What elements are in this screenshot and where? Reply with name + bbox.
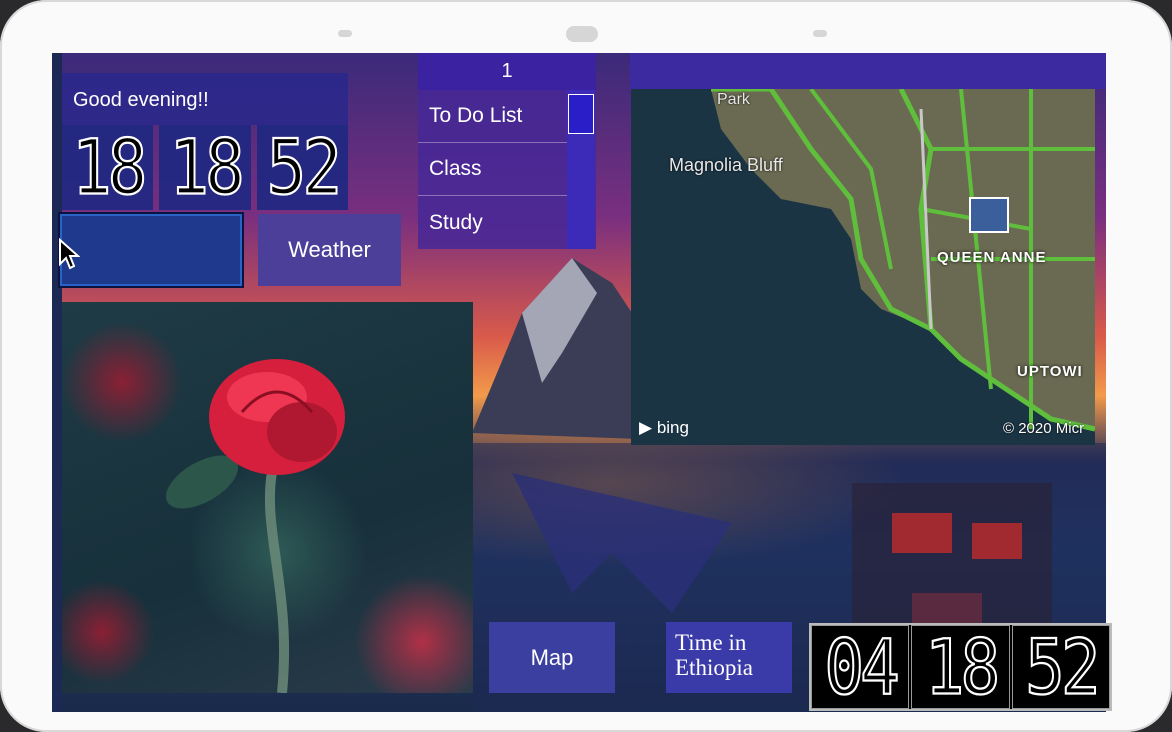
todo-item-class[interactable]: Class — [418, 143, 567, 196]
map-button[interactable]: Map — [489, 622, 615, 693]
bing-logo: ▶ bing — [639, 418, 689, 438]
todo-header: 1 — [418, 53, 596, 90]
weather-button[interactable]: Weather — [258, 214, 401, 286]
screen: Good evening!! 18 18 52 Weather 1 To Do … — [52, 53, 1106, 712]
map-header-bar — [630, 53, 1106, 89]
bing-label: bing — [656, 418, 689, 437]
map-pin-icon[interactable] — [969, 197, 1009, 233]
map-copyright: © 2020 Micr — [1003, 420, 1085, 437]
ethiopia-label-line2: Ethiopia — [675, 655, 753, 680]
map-view[interactable]: Park Magnolia Bluff QUEEN ANNE UPTOWI ▶ … — [631, 89, 1095, 445]
greeting-label: Good evening!! — [62, 73, 348, 125]
local-minutes: 18 — [159, 122, 251, 213]
bing-icon: ▶ — [639, 418, 653, 437]
ethiopia-seconds: 52 — [1011, 622, 1110, 712]
map-canvas — [631, 89, 1095, 445]
ethiopia-label: Time in Ethiopia — [666, 622, 792, 693]
todo-scroll-thumb[interactable] — [568, 94, 594, 134]
rose-image — [165, 359, 345, 694]
ethiopia-minutes: 18 — [911, 622, 1010, 712]
todo-list-panel: 1 To Do List Class Study — [418, 53, 596, 249]
map-label-park: Park — [717, 91, 750, 108]
tablet-frame: Good evening!! 18 18 52 Weather 1 To Do … — [0, 0, 1172, 732]
local-seconds: 52 — [256, 122, 348, 213]
sensor-left — [338, 30, 352, 37]
ethiopia-hours: 04 — [811, 622, 910, 712]
blank-button[interactable] — [58, 212, 244, 288]
map-label-uptown: UPTOWI — [1017, 363, 1083, 380]
local-hours: 18 — [62, 122, 154, 213]
map-label-magnolia-bluff: Magnolia Bluff — [669, 155, 783, 175]
rose-photo — [62, 302, 473, 694]
local-clock: 18 18 52 — [62, 122, 348, 213]
sensor-right — [813, 30, 827, 37]
map-label-queen-anne: QUEEN ANNE — [937, 249, 1047, 266]
todo-item-todo-list[interactable]: To Do List — [418, 90, 567, 143]
camera — [566, 26, 598, 42]
ethiopia-label-line1: Time in — [675, 630, 747, 655]
ethiopia-clock: 04 18 52 — [809, 622, 1112, 712]
todo-item-study[interactable]: Study — [418, 196, 567, 249]
mouse-cursor-icon — [59, 238, 80, 270]
